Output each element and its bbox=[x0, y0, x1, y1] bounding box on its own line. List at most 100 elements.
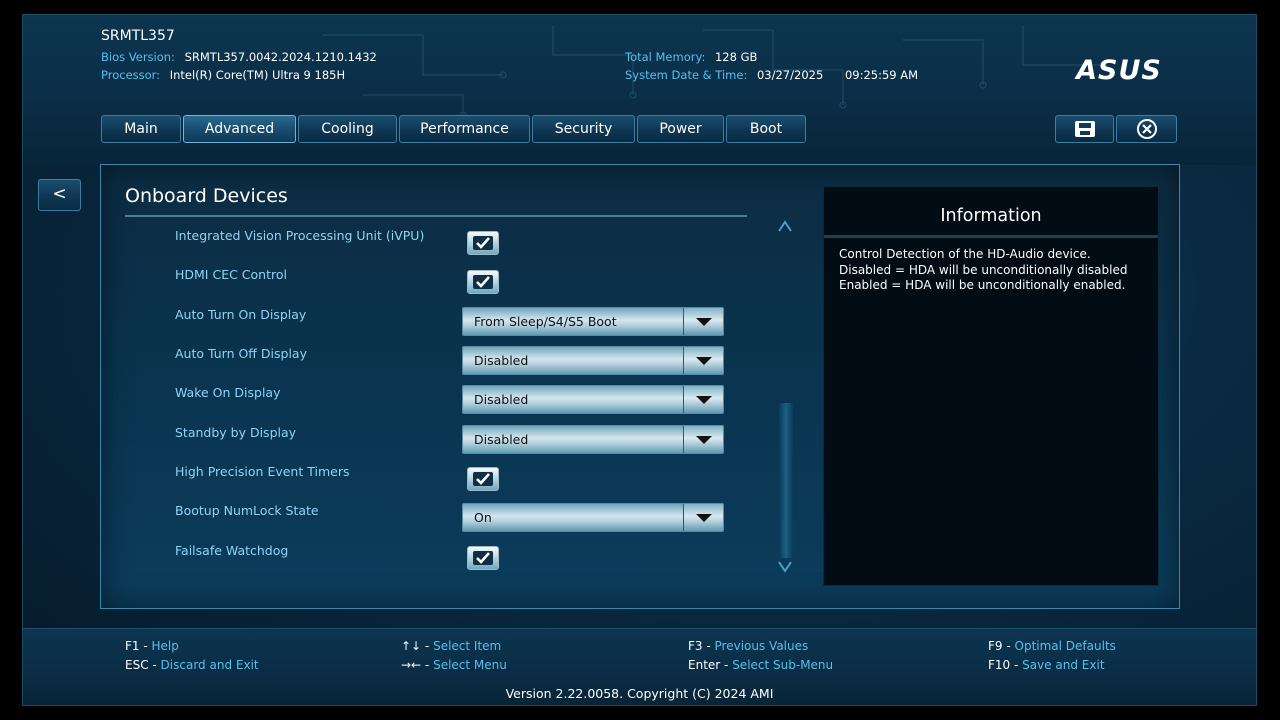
chevron-down-icon bbox=[695, 356, 712, 365]
hotkey-desc: Help bbox=[151, 639, 179, 653]
select-auto-turn-off[interactable]: Disabled bbox=[462, 346, 724, 375]
information-panel: Information Control Detection of the HD-… bbox=[823, 186, 1159, 586]
tab-performance[interactable]: Performance bbox=[399, 115, 530, 143]
information-line: Enabled = HDA will be unconditionally en… bbox=[839, 278, 1126, 292]
hotkey-desc: Select Item bbox=[433, 639, 502, 653]
hotkey-key: F1 bbox=[125, 639, 140, 653]
tab-boot[interactable]: Boot bbox=[726, 115, 806, 143]
hotkey-key: F10 bbox=[988, 658, 1011, 672]
select-value: Disabled bbox=[474, 432, 529, 447]
row-label-hpet: High Precision Event Timers bbox=[175, 464, 350, 479]
datetime-row: System Date & Time: 03/27/2025 09:25:59 … bbox=[625, 68, 918, 82]
hotkey-key: ESC bbox=[125, 658, 149, 672]
exit-button[interactable] bbox=[1116, 115, 1177, 143]
processor-value: Intel(R) Core(TM) Ultra 9 185H bbox=[169, 68, 346, 82]
close-circle-icon bbox=[1136, 119, 1157, 139]
system-name: SRMTL357 bbox=[101, 28, 175, 44]
section-divider bbox=[125, 215, 747, 217]
select-value: Disabled bbox=[474, 392, 529, 407]
select-auto-turn-on[interactable]: From Sleep/S4/S5 Boot bbox=[462, 307, 724, 336]
checkmark-icon bbox=[473, 472, 493, 486]
information-divider bbox=[824, 235, 1158, 238]
dropdown-button[interactable] bbox=[683, 386, 723, 413]
information-line: Control Detection of the HD-Audio device… bbox=[839, 247, 1091, 261]
chevron-down-icon bbox=[695, 513, 712, 522]
memory-value: 128 GB bbox=[714, 50, 758, 64]
hotkey-key: Enter bbox=[688, 658, 721, 672]
select-numlock[interactable]: On bbox=[462, 503, 724, 532]
row-label-standby-by-display: Standby by Display bbox=[175, 425, 297, 440]
tab-security[interactable]: Security bbox=[532, 115, 635, 143]
processor-row: Processor: Intel(R) Core(TM) Ultra 9 185… bbox=[101, 68, 345, 82]
row-label-wake-on-display: Wake On Display bbox=[175, 385, 281, 400]
hotkey-desc: Optimal Defaults bbox=[1014, 639, 1116, 653]
save-button[interactable] bbox=[1055, 115, 1114, 143]
select-value: On bbox=[474, 510, 492, 525]
hotkey-desc: Discard and Exit bbox=[160, 658, 259, 672]
checkbox-hpet[interactable] bbox=[467, 467, 499, 491]
row-label-auto-turn-off: Auto Turn Off Display bbox=[175, 346, 307, 361]
tab-main[interactable]: Main bbox=[101, 115, 181, 143]
bios-version-row: Bios Version: SRMTL357.0042.2024.1210.14… bbox=[101, 50, 377, 64]
dropdown-button[interactable] bbox=[683, 426, 723, 453]
checkbox-hdmi-cec[interactable] bbox=[467, 270, 499, 294]
hotkey-desc: Select Menu bbox=[433, 658, 507, 672]
checkbox-ivpu[interactable] bbox=[467, 231, 499, 255]
hotkey-select-menu: →← - Select Menu bbox=[401, 658, 507, 672]
date-value: 03/27/2025 bbox=[756, 68, 824, 82]
hotkey-desc: Previous Values bbox=[714, 639, 809, 653]
row-label-auto-turn-on: Auto Turn On Display bbox=[175, 307, 307, 322]
back-button[interactable]: < bbox=[38, 179, 81, 211]
checkmark-icon bbox=[473, 275, 493, 289]
hotkey-key: F3 bbox=[688, 639, 703, 653]
chevron-down-icon bbox=[695, 317, 712, 326]
save-icon bbox=[1074, 121, 1095, 137]
processor-label: Processor: bbox=[101, 68, 161, 82]
dropdown-button[interactable] bbox=[683, 308, 723, 335]
dropdown-button[interactable] bbox=[683, 504, 723, 531]
information-line: Disabled = HDA will be unconditionally d… bbox=[839, 262, 1128, 277]
hotkey-previous-values: F3 - Previous Values bbox=[688, 639, 809, 653]
checkmark-icon bbox=[473, 236, 493, 250]
hotkey-save-exit: F10 - Save and Exit bbox=[988, 658, 1105, 672]
memory-row: Total Memory: 128 GB bbox=[625, 50, 757, 64]
information-title: Information bbox=[940, 206, 1042, 226]
row-label-hdmi-cec: HDMI CEC Control bbox=[175, 267, 287, 282]
select-wake-on-display[interactable]: Disabled bbox=[462, 385, 724, 414]
hotkey-optimal-defaults: F9 - Optimal Defaults bbox=[988, 639, 1116, 653]
chevron-down-icon[interactable] bbox=[778, 561, 792, 573]
dropdown-button[interactable] bbox=[683, 347, 723, 374]
checkbox-failsafe-watchdog[interactable] bbox=[467, 546, 499, 570]
tab-cooling[interactable]: Cooling bbox=[298, 115, 397, 143]
hotkey-desc: Select Sub-Menu bbox=[732, 658, 834, 672]
hotkey-select-item: ↑↓ - Select Item bbox=[401, 639, 502, 653]
row-label-numlock: Bootup NumLock State bbox=[175, 503, 319, 518]
chevron-down-icon bbox=[695, 395, 712, 404]
bios-window: SRMTL357 Bios Version: SRMTL357.0042.202… bbox=[22, 14, 1257, 706]
tab-advanced[interactable]: Advanced bbox=[183, 115, 296, 143]
bios-version-label: Bios Version: bbox=[101, 50, 175, 64]
settings-panel: Onboard Devices Integrated Vision Proces… bbox=[100, 164, 1180, 609]
memory-label: Total Memory: bbox=[625, 50, 706, 64]
hotkey-select-submenu: Enter - Select Sub-Menu bbox=[688, 658, 834, 672]
datetime-label: System Date & Time: bbox=[625, 68, 748, 82]
hotkey-key: →← bbox=[401, 658, 422, 672]
checkmark-icon bbox=[473, 551, 493, 565]
select-value: Disabled bbox=[474, 353, 529, 368]
time-value: 09:25:59 AM bbox=[844, 68, 919, 82]
asus-logo: ASUS bbox=[1074, 57, 1161, 83]
information-text: Control Detection of the HD-Audio device… bbox=[839, 247, 1127, 294]
hotkey-discard-exit: ESC - Discard and Exit bbox=[125, 658, 259, 672]
row-label-failsafe-watchdog: Failsafe Watchdog bbox=[175, 543, 289, 558]
chevron-up-icon[interactable] bbox=[778, 220, 792, 232]
chevron-down-icon bbox=[695, 435, 712, 444]
row-label-ivpu: Integrated Vision Processing Unit (iVPU) bbox=[175, 228, 425, 243]
hotkey-desc: Save and Exit bbox=[1022, 658, 1105, 672]
hotkey-key: ↑↓ bbox=[401, 639, 422, 653]
select-standby-by-display[interactable]: Disabled bbox=[462, 425, 724, 454]
select-value: From Sleep/S4/S5 Boot bbox=[474, 314, 617, 329]
version-text: Version 2.22.0058. Copyright (C) 2024 AM… bbox=[505, 686, 774, 701]
tab-power[interactable]: Power bbox=[637, 115, 724, 143]
scrollbar-thumb[interactable] bbox=[779, 403, 793, 558]
hotkey-key: F9 bbox=[988, 639, 1003, 653]
